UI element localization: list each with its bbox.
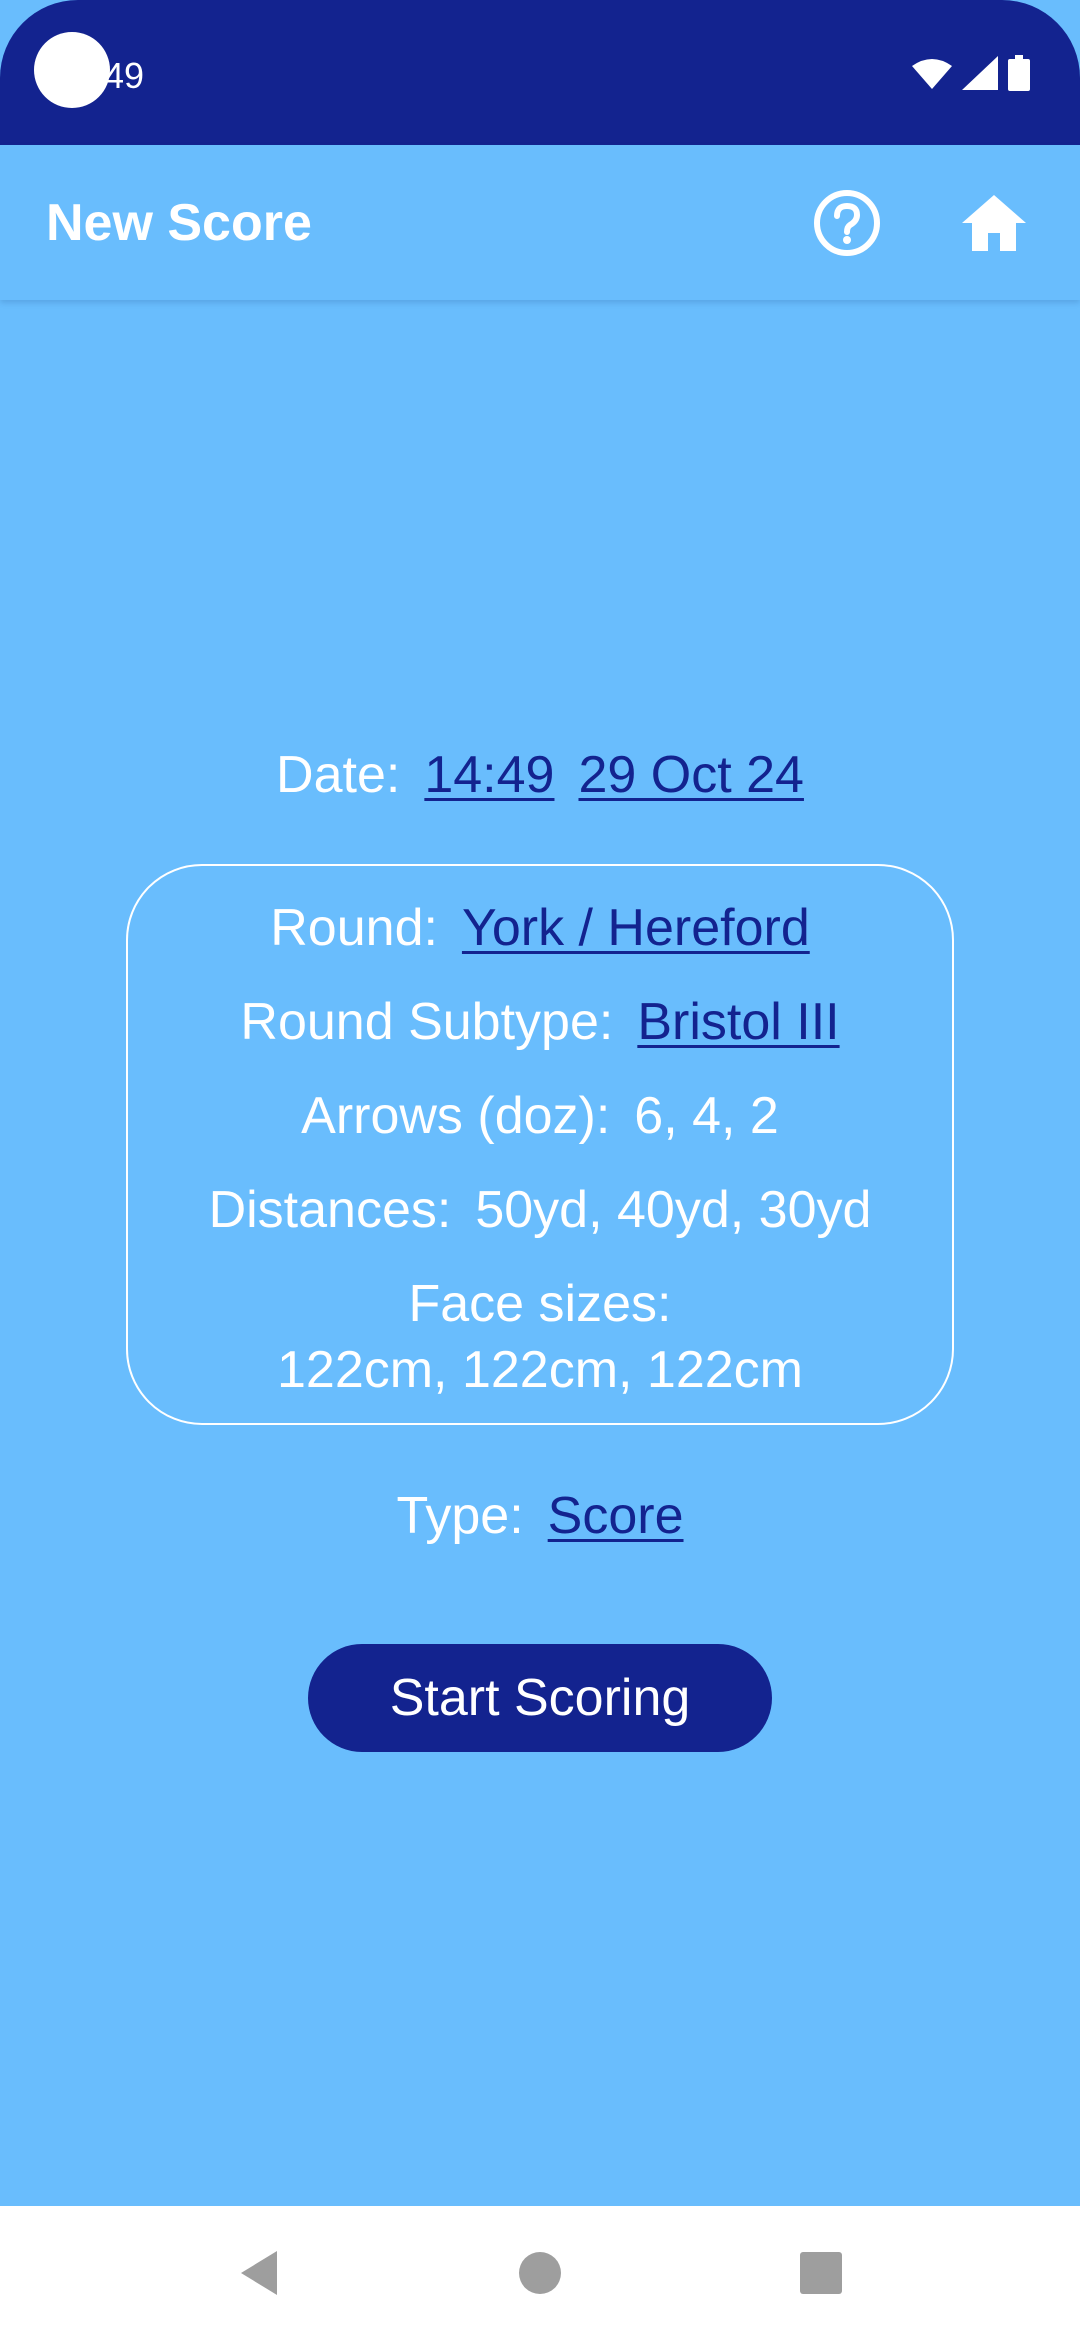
nav-recents-button[interactable] bbox=[776, 2228, 866, 2318]
recents-icon bbox=[800, 2252, 842, 2294]
battery-icon bbox=[1008, 55, 1030, 91]
nav-back-button[interactable] bbox=[214, 2228, 304, 2318]
face-sizes-value: 122cm, 122cm, 122cm bbox=[276, 1341, 804, 1399]
type-link[interactable]: Score bbox=[548, 1487, 684, 1545]
system-nav-bar bbox=[0, 2206, 1080, 2340]
status-bar: 49 bbox=[0, 0, 1080, 145]
back-icon bbox=[241, 2251, 277, 2295]
status-time: 49 bbox=[104, 55, 145, 96]
home-icon bbox=[962, 195, 1026, 251]
status-icons bbox=[912, 55, 1030, 91]
camera-cutout bbox=[34, 32, 110, 108]
type-row: Type: Score bbox=[0, 1484, 1080, 1548]
home-circle-icon bbox=[519, 2252, 561, 2294]
round-subtype-link[interactable]: Bristol III bbox=[637, 993, 839, 1051]
date-row: Date: 14:49 29 Oct 24 bbox=[0, 743, 1080, 807]
distances-value: 50yd, 40yd, 30yd bbox=[475, 1181, 872, 1239]
help-icon bbox=[814, 190, 880, 256]
nav-home-button[interactable] bbox=[495, 2228, 585, 2318]
page-title: New Score bbox=[46, 194, 312, 252]
date-label: Date: bbox=[276, 746, 401, 804]
distances-label: Distances: bbox=[208, 1181, 452, 1239]
home-button[interactable] bbox=[952, 181, 1036, 265]
arrows-value: 6, 4, 2 bbox=[634, 1087, 779, 1145]
app-bar: New Score bbox=[0, 145, 1080, 300]
round-row: Round: York / Hereford bbox=[128, 896, 952, 960]
round-label: Round: bbox=[270, 899, 438, 957]
wifi-icon bbox=[912, 59, 952, 89]
help-button[interactable] bbox=[805, 181, 889, 265]
round-info-box: Round: York / Hereford Round Subtype: Bris… bbox=[126, 864, 954, 1425]
distances-row: Distances: 50yd, 40yd, 30yd bbox=[128, 1178, 952, 1242]
round-subtype-row: Round Subtype: Bristol III bbox=[128, 990, 952, 1054]
round-subtype-label: Round Subtype: bbox=[240, 993, 614, 1051]
face-sizes-label: Face sizes: bbox=[408, 1275, 672, 1333]
start-scoring-button[interactable]: Start Scoring bbox=[308, 1644, 772, 1752]
arrows-row: Arrows (doz): 6, 4, 2 bbox=[128, 1084, 952, 1148]
type-label: Type: bbox=[396, 1487, 524, 1545]
time-link[interactable]: 14:49 bbox=[424, 746, 554, 804]
date-link[interactable]: 29 Oct 24 bbox=[578, 746, 803, 804]
signal-icon bbox=[962, 56, 998, 90]
arrows-label: Arrows (doz): bbox=[301, 1087, 611, 1145]
round-link[interactable]: York / Hereford bbox=[462, 899, 810, 957]
